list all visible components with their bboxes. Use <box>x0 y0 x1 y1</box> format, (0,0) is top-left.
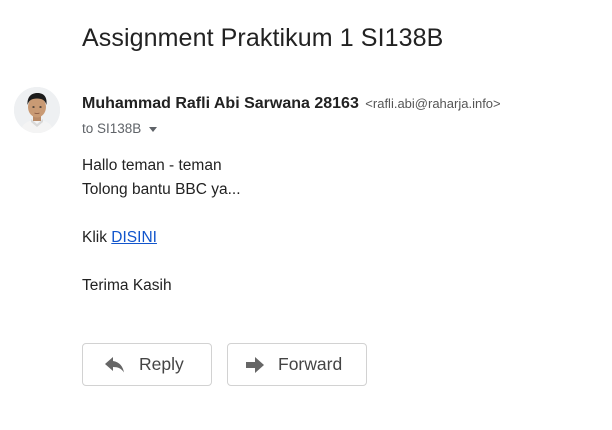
reply-button[interactable]: Reply <box>82 343 212 386</box>
disini-link[interactable]: DISINI <box>111 229 157 246</box>
email-body: Hallo teman - teman Tolong bantu BBC ya.… <box>82 154 241 298</box>
forward-button[interactable]: Forward <box>227 343 367 386</box>
forward-arrow-icon <box>246 356 264 373</box>
forward-label: Forward <box>278 354 343 374</box>
avatar-photo <box>14 87 60 133</box>
recipient-text: to SI138B <box>82 121 142 136</box>
sender-avatar[interactable] <box>14 87 60 133</box>
sender-name[interactable]: Muhammad Rafli Abi Sarwana 28163 <box>82 95 359 112</box>
email-subject: Assignment Praktikum 1 SI138B <box>82 24 444 52</box>
recipient-line[interactable]: to SI138B <box>82 121 158 136</box>
reply-label: Reply <box>139 354 184 374</box>
sender-email: <rafli.abi@raharja.info> <box>365 96 501 111</box>
reply-arrow-icon <box>105 356 125 373</box>
body-line-greeting: Hallo teman - teman <box>82 157 222 174</box>
klik-label: Klik <box>82 229 107 246</box>
body-line-link: Klik DISINI <box>82 226 241 250</box>
chevron-down-icon[interactable] <box>149 126 158 132</box>
body-line-request: Tolong bantu BBC ya... <box>82 181 241 198</box>
body-line-closing: Terima Kasih <box>82 277 172 294</box>
sender-line: Muhammad Rafli Abi Sarwana 28163 <rafli.… <box>82 95 501 113</box>
